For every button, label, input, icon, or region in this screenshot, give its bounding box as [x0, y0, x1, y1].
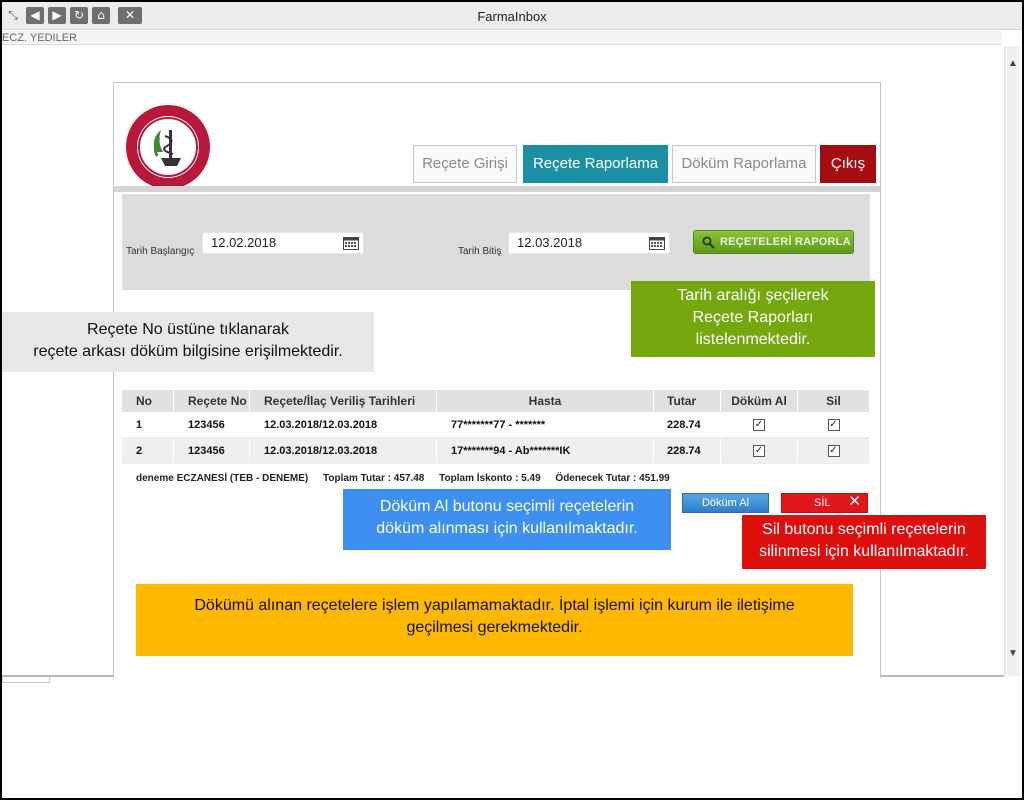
- note-line: silinmesi için kullanılmaktadır.: [759, 543, 969, 560]
- window-title: FarmaInbox: [477, 9, 547, 24]
- end-date-value: 12.03.2018: [517, 235, 583, 250]
- sil-checkbox[interactable]: ✓: [827, 418, 840, 431]
- col-hasta: Hasta: [437, 390, 654, 412]
- note-line: Dökümü alınan reçetelere işlem yapılamam…: [194, 597, 795, 614]
- table-row[interactable]: 2 123456 12.03.2018/12.03.2018 17*******…: [122, 438, 870, 464]
- note-line: geçilmesi gerekmektedir.: [406, 619, 583, 636]
- cell-tarih: 12.03.2018/12.03.2018: [250, 412, 437, 437]
- dokum-al-checkbox[interactable]: ✓: [753, 444, 765, 457]
- teb-logo: [126, 105, 210, 189]
- cell-hasta: 77*******77 - *******: [437, 412, 654, 437]
- cell-no: 1: [122, 412, 174, 437]
- vertical-scrollbar[interactable]: ▲ ▼: [1004, 46, 1020, 676]
- prescription-table: No Reçete No Reçete/İlaç Veriliş Tarihle…: [122, 390, 870, 464]
- calendar-icon[interactable]: [649, 236, 665, 250]
- payable-amount: Ödenecek Tutar : 451.99: [555, 473, 670, 484]
- note-line: listelenmektedir.: [695, 331, 811, 348]
- sil-cell: ✓: [798, 412, 870, 437]
- end-date-label: Tarih Bitiş: [458, 246, 502, 257]
- date-filter-panel: Tarih Başlangıç 12.02.2018 Tarih Bitiş 1…: [122, 194, 870, 290]
- sil-checkbox[interactable]: ✓: [827, 444, 840, 457]
- total-discount: Toplam İskonto : 5.49: [439, 473, 541, 484]
- note-line: döküm alınması için kullanılmaktadır.: [376, 520, 638, 537]
- dokum-al-cell: ✓: [721, 438, 798, 463]
- table-header: No Reçete No Reçete/İlaç Veriliş Tarihle…: [122, 390, 870, 412]
- scroll-up-icon[interactable]: ▲: [1005, 56, 1021, 72]
- exit-button[interactable]: Çıkış: [820, 145, 876, 183]
- user-name: ECZ. YEDILER: [2, 31, 1002, 45]
- note-line: Tarih aralığı şeçilerek: [677, 287, 829, 304]
- totals-summary: deneme ECZANESİ (TEB - DENEME) Toplam Tu…: [136, 473, 682, 484]
- sil-cell: ✓: [798, 438, 870, 463]
- cell-tutar: 228.74: [654, 412, 721, 437]
- scroll-down-icon[interactable]: ▼: [1005, 646, 1021, 662]
- cell-tutar: 228.74: [654, 438, 721, 463]
- tab-recete-girisi[interactable]: Reçete Girişi: [413, 145, 517, 183]
- bottom-field-edge: [2, 677, 50, 683]
- start-date-field[interactable]: 12.02.2018: [202, 232, 364, 254]
- col-dokum-al: Döküm Al: [721, 390, 798, 412]
- dokum-al-checkbox[interactable]: ✓: [753, 418, 765, 431]
- app-window: ⤡ ◀ ▶ ↻ ⌂ ✕ FarmaInbox ECZ. YEDILER ▲ ▼: [2, 2, 1022, 798]
- caduceus-icon: [138, 117, 198, 177]
- cell-no: 2: [122, 438, 174, 463]
- note-dokum-al: Döküm Al butonu seçimli reçetelerin dökü…: [343, 489, 671, 550]
- close-icon: ✕: [848, 493, 861, 510]
- cell-hasta: 17*******94 - Ab*******IK: [437, 438, 654, 463]
- header-divider: [114, 186, 880, 192]
- pharmacy-name: deneme ECZANESİ (TEB - DENEME): [136, 473, 309, 484]
- note-line: Reçete No üstüne tıklanarak: [87, 321, 289, 338]
- report-button[interactable]: REÇETELERİ RAPORLA: [693, 230, 854, 254]
- recete-no-link[interactable]: 123456: [174, 412, 250, 437]
- sil-button-label: SİL: [814, 497, 831, 509]
- col-tarih: Reçete/İlaç Veriliş Tarihleri: [250, 390, 437, 412]
- col-no: No: [122, 390, 174, 412]
- tab-recete-raporlama[interactable]: Reçete Raporlama: [523, 145, 668, 183]
- note-recete-no: Reçete No üstüne tıklanarak reçete arkas…: [2, 312, 374, 372]
- title-bar: ⤡ ◀ ▶ ↻ ⌂ ✕ FarmaInbox: [2, 2, 1022, 30]
- start-date-label: Tarih Başlangıç: [126, 246, 195, 257]
- note-line: Sil butonu seçimli reçetelerin: [762, 521, 966, 538]
- col-tutar: Tutar: [654, 390, 721, 412]
- dokum-al-cell: ✓: [721, 412, 798, 437]
- sil-button[interactable]: SİL ✕: [781, 493, 868, 513]
- note-sil: Sil butonu seçimli reçetelerin silinmesi…: [742, 515, 986, 569]
- table-row[interactable]: 1 123456 12.03.2018/12.03.2018 77*******…: [122, 412, 870, 438]
- dokum-al-button[interactable]: Döküm Al: [682, 493, 769, 513]
- recete-no-link[interactable]: 123456: [174, 438, 250, 463]
- note-line: reçete arkası döküm bilgisine erişilmekt…: [33, 343, 343, 360]
- col-sil: Sil: [798, 390, 870, 412]
- note-line: Döküm Al butonu seçimli reçetelerin: [379, 498, 635, 515]
- note-warning: Dökümü alınan reçetelere işlem yapılamam…: [136, 584, 853, 656]
- cell-tarih: 12.03.2018/12.03.2018: [250, 438, 437, 463]
- tab-dokum-raporlama[interactable]: Döküm Raporlama: [672, 145, 816, 183]
- note-line: Reçete Raporları: [692, 309, 814, 326]
- end-date-field[interactable]: 12.03.2018: [508, 232, 670, 254]
- report-button-label: REÇETELERİ RAPORLA: [720, 236, 851, 248]
- col-recete-no: Reçete No: [174, 390, 250, 412]
- search-icon: [702, 236, 715, 249]
- start-date-value: 12.02.2018: [211, 235, 277, 250]
- note-date-range: Tarih aralığı şeçilerek Reçete Raporları…: [631, 281, 875, 357]
- total-amount: Toplam Tutar : 457.48: [323, 473, 425, 484]
- calendar-icon[interactable]: [343, 236, 359, 250]
